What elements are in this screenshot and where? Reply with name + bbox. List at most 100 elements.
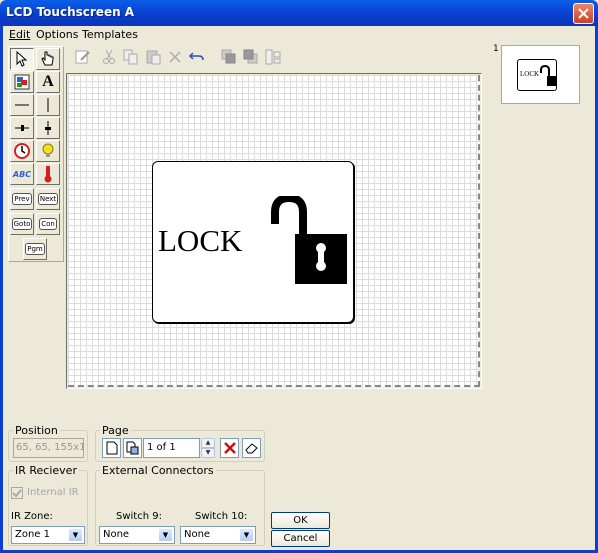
properties-button[interactable] xyxy=(72,46,94,68)
switch9-select[interactable]: None ▼ xyxy=(99,526,175,544)
preview-lock-text: LOCK xyxy=(520,70,540,78)
align-icon xyxy=(265,49,281,65)
undo-button[interactable] xyxy=(186,46,208,68)
delete-button[interactable] xyxy=(164,46,186,68)
copy-icon xyxy=(123,49,138,65)
bring-to-front-button[interactable] xyxy=(218,46,240,68)
internal-ir-checkbox[interactable] xyxy=(11,487,23,499)
chevron-down-icon[interactable]: ▼ xyxy=(239,528,254,542)
cut-button[interactable] xyxy=(98,46,120,68)
switch10-select[interactable]: None ▼ xyxy=(180,526,256,544)
ir-zone-label: IR Zone: xyxy=(11,511,53,522)
lcd-screen[interactable]: LOCK xyxy=(152,161,354,323)
preview-screen: LOCK xyxy=(517,59,557,91)
external-connectors-legend: External Connectors xyxy=(102,464,214,477)
chevron-down-icon[interactable]: ▼ xyxy=(68,528,83,542)
horizontal-line-icon xyxy=(15,104,29,106)
red-x-icon xyxy=(223,442,236,454)
new-page-button[interactable] xyxy=(102,438,121,458)
text-tool-label: A xyxy=(42,73,54,90)
page-preview-thumbnail[interactable]: LOCK xyxy=(501,45,580,104)
abc-label: ABC xyxy=(12,169,32,179)
menu-options[interactable]: Options xyxy=(36,28,78,41)
design-canvas[interactable]: LOCK xyxy=(68,75,480,387)
hand-tool-button[interactable] xyxy=(36,48,60,70)
position-field: 65, 65, 155x12 xyxy=(13,438,84,458)
close-icon xyxy=(578,8,589,19)
send-to-back-button[interactable] xyxy=(240,46,262,68)
clear-page-button[interactable] xyxy=(242,438,261,458)
copy-page-button[interactable] xyxy=(123,438,142,458)
undo-icon xyxy=(189,52,204,61)
vertical-line-icon xyxy=(47,98,49,112)
paste-clipboard-icon xyxy=(146,50,161,65)
prev-page-tool-button[interactable]: Prev xyxy=(10,188,34,210)
thermometer-tool-button[interactable] xyxy=(36,163,60,185)
menu-bar: Edit Options Templates xyxy=(3,26,595,43)
connector-tool-button[interactable]: Con xyxy=(36,213,60,235)
spin-down-icon[interactable]: ▼ xyxy=(201,448,215,458)
align-button[interactable] xyxy=(262,46,284,68)
image-tool-button[interactable] xyxy=(10,71,34,93)
horizontal-line-tool-button[interactable] xyxy=(10,94,34,116)
text-tool-button[interactable]: A xyxy=(36,71,60,93)
window-title: LCD Touchscreen A xyxy=(6,5,135,19)
vertical-line-tool-button[interactable] xyxy=(36,94,60,116)
close-button[interactable] xyxy=(573,3,594,24)
lock-text[interactable]: LOCK xyxy=(158,223,242,259)
next-label: Next xyxy=(37,193,59,205)
title-bar: LCD Touchscreen A xyxy=(0,0,598,26)
next-page-tool-button[interactable]: Next xyxy=(36,188,60,210)
label-tool-button[interactable]: ABC xyxy=(10,163,34,185)
menu-templates-label: Templates xyxy=(82,28,138,41)
menu-templates[interactable]: Templates xyxy=(82,28,138,41)
new-page-icon xyxy=(106,441,117,455)
spin-up-icon[interactable]: ▲ xyxy=(201,438,215,448)
light-bulb-icon xyxy=(42,143,54,157)
unlocked-padlock-icon[interactable] xyxy=(263,196,349,286)
preview-page-number: 1 xyxy=(493,44,499,54)
program-tool-button[interactable]: Pgm xyxy=(23,238,47,260)
page-spinner[interactable]: ▲ ▼ xyxy=(201,438,215,458)
scissors-icon xyxy=(103,49,115,64)
light-tool-button[interactable] xyxy=(36,140,60,162)
preview-padlock-icon xyxy=(540,64,556,86)
ok-button[interactable]: OK xyxy=(271,512,330,529)
internal-ir-label: Internal IR xyxy=(27,487,79,498)
eraser-icon xyxy=(244,443,258,454)
prev-label: Prev xyxy=(12,193,32,205)
ir-zone-select[interactable]: Zone 1 ▼ xyxy=(11,526,85,544)
page-legend: Page xyxy=(102,424,129,437)
switch9-value: None xyxy=(103,529,130,540)
vertical-slider-tool-button[interactable] xyxy=(36,117,60,139)
paste-button[interactable] xyxy=(142,46,164,68)
bring-to-front-icon xyxy=(221,49,236,64)
copy-page-icon xyxy=(126,441,138,455)
horizontal-slider-tool-button[interactable] xyxy=(10,117,34,139)
ir-zone-value: Zone 1 xyxy=(15,529,50,540)
switch10-label: Switch 10: xyxy=(195,511,248,522)
picture-icon xyxy=(14,74,30,90)
page-number-field[interactable]: 1 of 1 xyxy=(143,438,200,458)
switch10-value: None xyxy=(184,529,211,540)
copy-button[interactable] xyxy=(120,46,142,68)
delete-page-button[interactable] xyxy=(220,438,239,458)
clock-icon xyxy=(14,143,30,159)
position-legend: Position xyxy=(15,424,58,437)
con-label: Con xyxy=(39,218,57,230)
goto-label: Goto xyxy=(11,218,33,230)
horizontal-slider-icon xyxy=(15,125,29,131)
hand-pointer-icon xyxy=(41,51,54,66)
tool-palette: A ABC Prev Next Goto Con Pgm xyxy=(8,46,64,262)
menu-edit[interactable]: Edit xyxy=(9,28,30,41)
clock-tool-button[interactable] xyxy=(10,140,34,162)
chevron-down-icon[interactable]: ▼ xyxy=(158,528,173,542)
pgm-label: Pgm xyxy=(25,243,45,255)
cancel-button[interactable]: Cancel xyxy=(271,530,330,547)
menu-edit-label: Edit xyxy=(9,28,31,41)
goto-page-tool-button[interactable]: Goto xyxy=(10,213,34,235)
switch9-label: Switch 9: xyxy=(116,511,162,522)
arrow-pointer-icon xyxy=(16,51,28,67)
select-tool-button[interactable] xyxy=(10,48,34,70)
delete-x-icon xyxy=(169,51,181,63)
